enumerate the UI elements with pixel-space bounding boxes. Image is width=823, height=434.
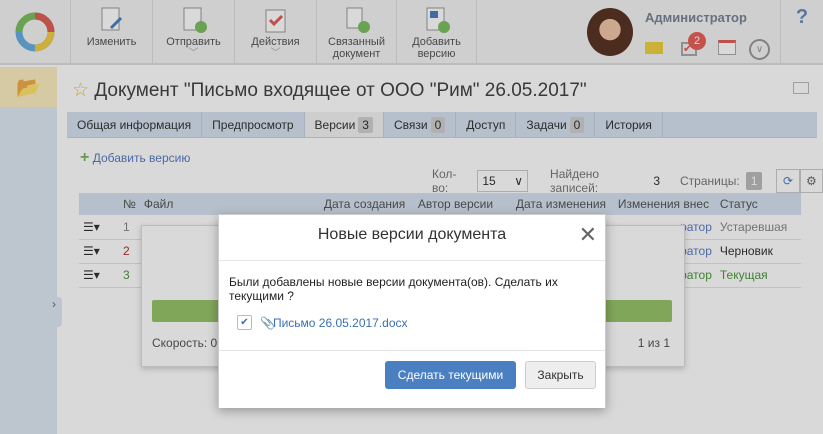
- file-link[interactable]: Письмо 26.05.2017.docx: [273, 316, 408, 330]
- dialog-message: Были добавлены новые версии документа(ов…: [229, 275, 558, 303]
- file-checkbox[interactable]: ✔: [237, 315, 252, 330]
- make-current-button[interactable]: Сделать текущими: [385, 361, 516, 389]
- close-button[interactable]: Закрыть: [525, 361, 596, 389]
- dialog-title: Новые версии документа: [317, 226, 507, 243]
- new-versions-dialog: Новые версии документа ✕ Были добавлены н…: [218, 214, 606, 408]
- close-icon[interactable]: ✕: [579, 215, 597, 255]
